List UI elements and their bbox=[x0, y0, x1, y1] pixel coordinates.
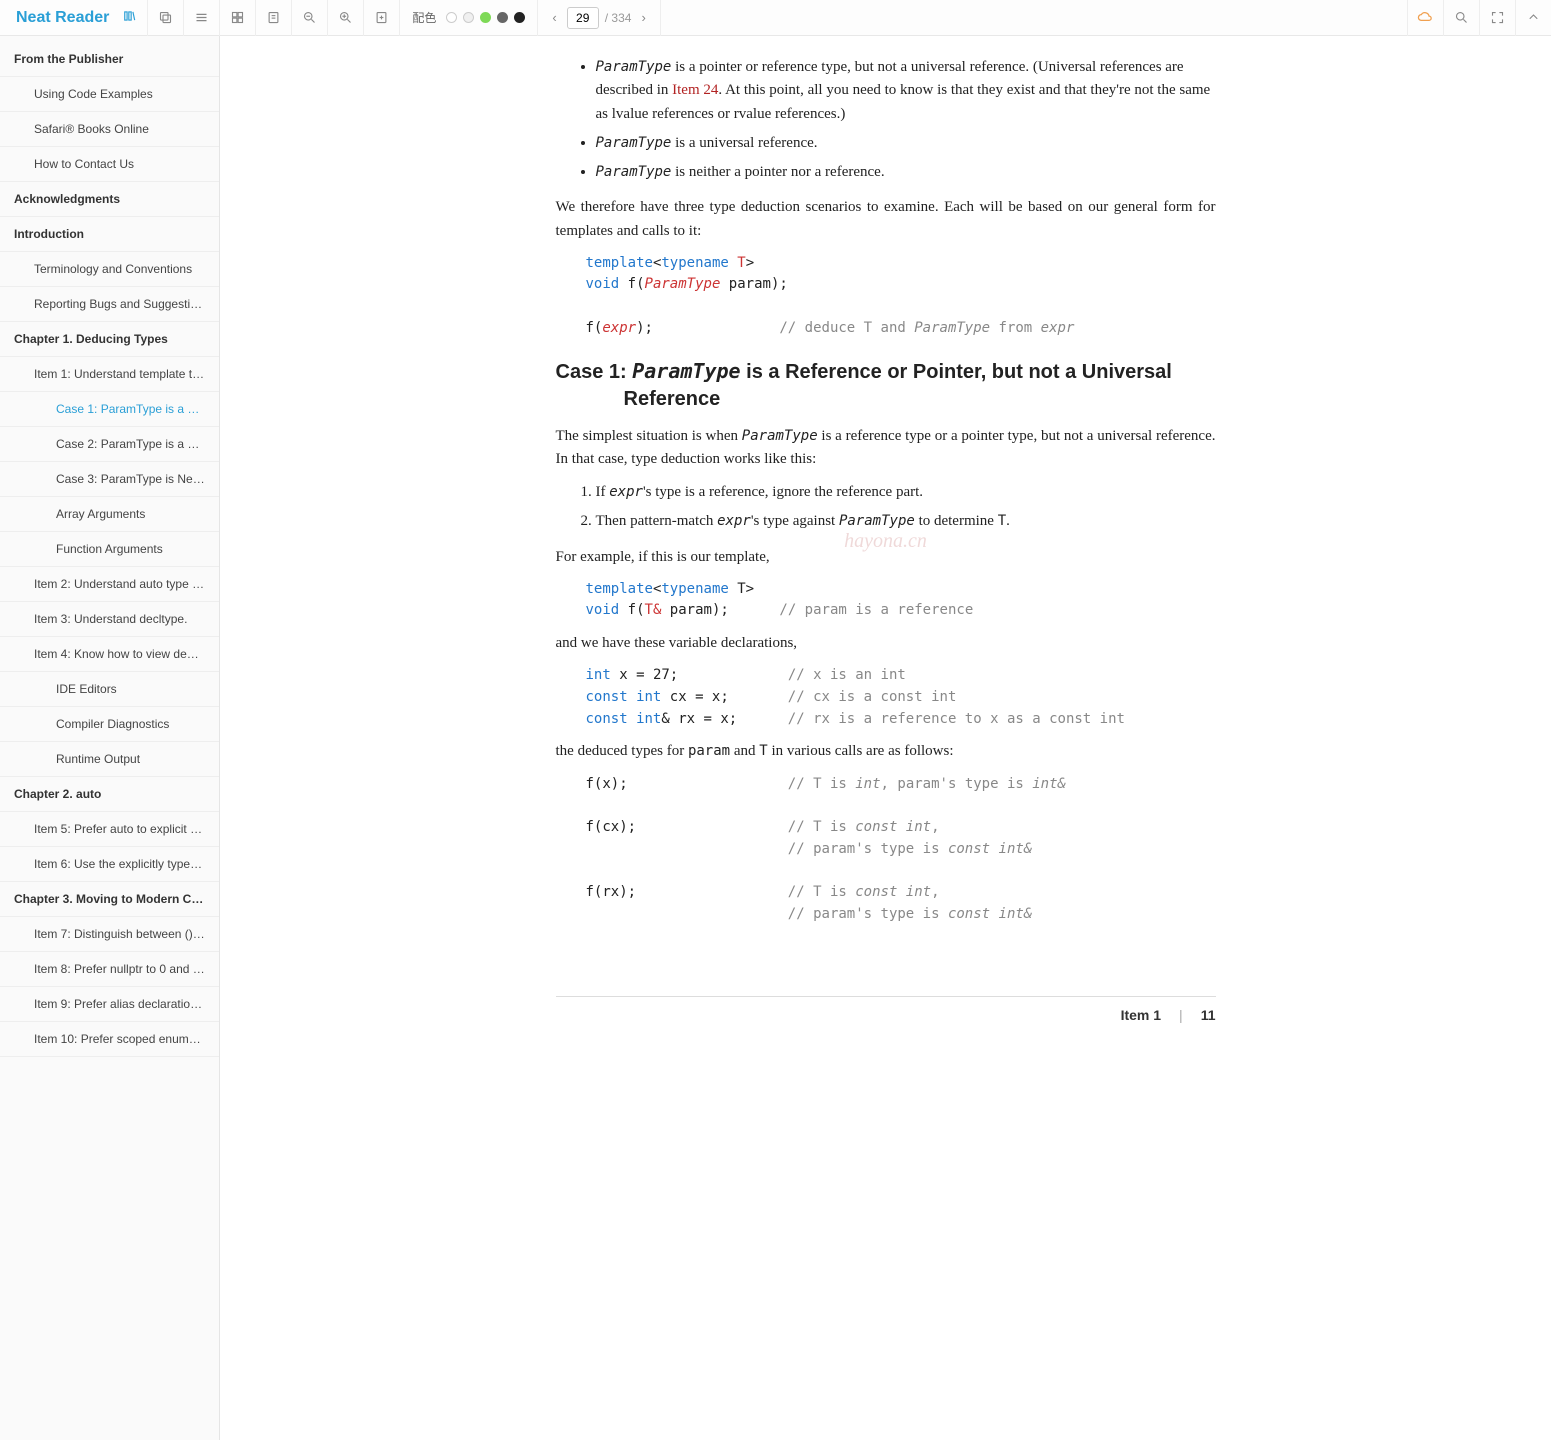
paragraph: We therefore have three type deduction s… bbox=[556, 196, 1216, 243]
page-input[interactable] bbox=[567, 7, 599, 29]
bullet-item: ParamType is a universal reference. bbox=[596, 132, 1216, 155]
list-item: Then pattern-match expr's type against P… bbox=[596, 510, 1216, 533]
swatch-black[interactable] bbox=[514, 12, 525, 23]
toc-item[interactable]: Item 3: Understand decltype. bbox=[0, 602, 219, 637]
code-block: template<typename T> void f(T& param); /… bbox=[586, 579, 1216, 622]
code-block: template<typename T> void f(ParamType pa… bbox=[586, 253, 1216, 340]
swatch-white[interactable] bbox=[446, 12, 457, 23]
toc-item[interactable]: Case 1: ParamType is a Ref... bbox=[0, 392, 219, 427]
paragraph: The simplest situation is when ParamType… bbox=[556, 425, 1216, 472]
cloud-sync-icon[interactable] bbox=[1407, 0, 1443, 36]
toc-item[interactable]: From the Publisher bbox=[0, 42, 219, 77]
grid-icon[interactable] bbox=[220, 0, 256, 36]
footer-pagenum: 11 bbox=[1201, 1005, 1216, 1027]
notes-icon[interactable] bbox=[256, 0, 292, 36]
toc-item[interactable]: Case 3: ParamType is Neith... bbox=[0, 462, 219, 497]
toc-item[interactable]: Item 7: Distinguish between () an... bbox=[0, 917, 219, 952]
fullscreen-icon[interactable] bbox=[1479, 0, 1515, 36]
toc-item[interactable]: Acknowledgments bbox=[0, 182, 219, 217]
toc-item[interactable]: Item 8: Prefer nullptr to 0 and NU... bbox=[0, 952, 219, 987]
library-icon[interactable] bbox=[119, 5, 141, 30]
footer-sep: | bbox=[1179, 1005, 1183, 1027]
zoom-in-icon[interactable] bbox=[328, 0, 364, 36]
collapse-icon[interactable] bbox=[1515, 0, 1551, 36]
page-total: / 334 bbox=[605, 11, 632, 25]
copy-icon[interactable] bbox=[148, 0, 184, 36]
toc-item[interactable]: Runtime Output bbox=[0, 742, 219, 777]
toc-item[interactable]: Item 1: Understand template typ... bbox=[0, 357, 219, 392]
search-icon[interactable] bbox=[1443, 0, 1479, 36]
toc-item[interactable]: Terminology and Conventions bbox=[0, 252, 219, 287]
link-item24[interactable]: Item 24 bbox=[672, 82, 718, 98]
toc-item[interactable]: Item 4: Know how to view deduc... bbox=[0, 637, 219, 672]
menu-icon[interactable] bbox=[184, 0, 220, 36]
toc-item[interactable]: Compiler Diagnostics bbox=[0, 707, 219, 742]
code-block: f(x); // T is int, param's type is int& … bbox=[586, 774, 1216, 926]
bullet-item: ParamType is neither a pointer nor a ref… bbox=[596, 161, 1216, 184]
list-item: If expr's type is a reference, ignore th… bbox=[596, 481, 1216, 504]
brand-title: Neat Reader bbox=[0, 0, 119, 36]
footer-item: Item 1 bbox=[1121, 1005, 1161, 1027]
paragraph: and we have these variable declarations, bbox=[556, 632, 1216, 655]
color-label: 配色 bbox=[412, 9, 436, 26]
prev-page-icon[interactable]: ‹ bbox=[548, 6, 560, 29]
page-footer: Item 1 | 11 bbox=[556, 996, 1216, 1027]
toc-item[interactable]: Item 9: Prefer alias declarations t... bbox=[0, 987, 219, 1022]
page-content: ParamType is a pointer or reference type… bbox=[496, 36, 1276, 1086]
paragraph: the deduced types for param and T in var… bbox=[556, 740, 1216, 763]
toc-item[interactable]: Item 10: Prefer scoped enums to... bbox=[0, 1022, 219, 1057]
swatch-light[interactable] bbox=[463, 12, 474, 23]
code-block: int x = 27; // x is an int const int cx … bbox=[586, 665, 1216, 730]
toc-item[interactable]: Item 6: Use the explicitly typed in... bbox=[0, 847, 219, 882]
toc-item[interactable]: IDE Editors bbox=[0, 672, 219, 707]
toc-sidebar: From the PublisherUsing Code ExamplesSaf… bbox=[0, 36, 220, 1440]
toc-item[interactable]: Chapter 3. Moving to Modern C++ bbox=[0, 882, 219, 917]
toc-item[interactable]: Safari® Books Online bbox=[0, 112, 219, 147]
toolbar: Neat Reader 配色 ‹ / 334 › bbox=[0, 0, 1551, 36]
toc-item[interactable]: Chapter 1. Deducing Types bbox=[0, 322, 219, 357]
add-page-icon[interactable] bbox=[364, 0, 400, 36]
toc-item[interactable]: Array Arguments bbox=[0, 497, 219, 532]
toc-item[interactable]: Item 2: Understand auto type de... bbox=[0, 567, 219, 602]
toc-item[interactable]: Using Code Examples bbox=[0, 77, 219, 112]
toc-item[interactable]: Function Arguments bbox=[0, 532, 219, 567]
toc-item[interactable]: Item 5: Prefer auto to explicit typ... bbox=[0, 812, 219, 847]
swatch-green[interactable] bbox=[480, 12, 491, 23]
swatch-gray[interactable] bbox=[497, 12, 508, 23]
paragraph: For example, if this is our template, bbox=[556, 546, 1216, 569]
toc-item[interactable]: Chapter 2. auto bbox=[0, 777, 219, 812]
toc-item[interactable]: Introduction bbox=[0, 217, 219, 252]
next-page-icon[interactable]: › bbox=[637, 6, 649, 29]
toc-item[interactable]: Case 2: ParamType is a Uni... bbox=[0, 427, 219, 462]
toc-item[interactable]: Reporting Bugs and Suggesting I... bbox=[0, 287, 219, 322]
case-heading: Case 1: ParamType is a Reference or Poin… bbox=[556, 358, 1216, 413]
color-group: 配色 bbox=[400, 0, 538, 36]
toc-item[interactable]: How to Contact Us bbox=[0, 147, 219, 182]
zoom-out-icon[interactable] bbox=[292, 0, 328, 36]
reader-pane[interactable]: ParamType is a pointer or reference type… bbox=[220, 36, 1551, 1440]
bullet-item: ParamType is a pointer or reference type… bbox=[596, 56, 1216, 126]
page-nav: ‹ / 334 › bbox=[538, 0, 660, 36]
